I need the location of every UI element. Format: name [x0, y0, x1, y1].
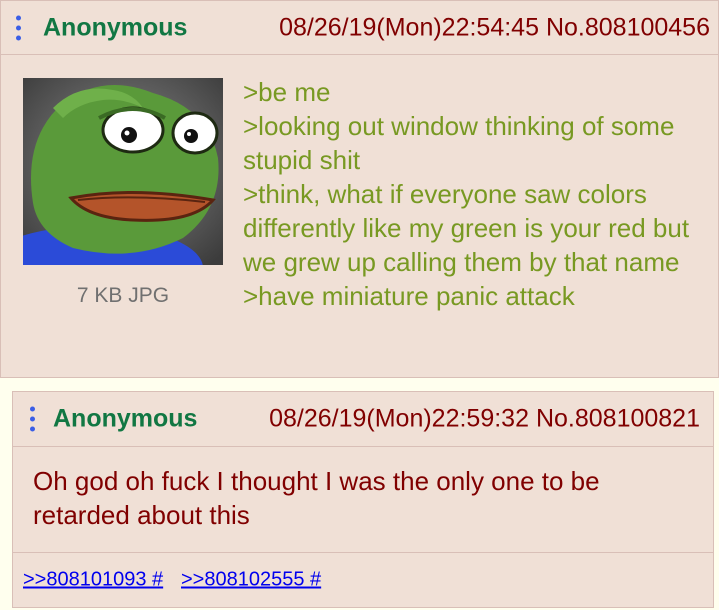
backlink[interactable]: >>808101093 # [23, 569, 163, 592]
reply-post-message: Oh god oh fuck I thought I was the only … [33, 466, 600, 530]
pepe-frog-image[interactable] [23, 78, 223, 265]
greentext-line: >think, what if everyone saw colors diff… [243, 179, 690, 277]
post-menu-icon[interactable] [29, 406, 35, 432]
post-meta: 08/26/19(Mon)22:59:32 No.808100821 [269, 405, 700, 434]
post-datetime: 08/26/19(Mon)22:59:32 [269, 404, 529, 433]
poster-name: Anonymous [43, 13, 188, 41]
op-post: Anonymous 08/26/19(Mon)22:54:45 No.80810… [0, 0, 719, 378]
greentext-line: >looking out window thinking of some stu… [243, 111, 675, 175]
backlinks: >>808101093 # >>808102555 # [13, 552, 713, 607]
post-number[interactable]: No.808100456 [546, 13, 710, 41]
reply-post-header: Anonymous 08/26/19(Mon)22:59:32 No.80810… [13, 392, 713, 447]
post-datetime: 08/26/19(Mon)22:54:45 [279, 13, 539, 41]
op-post-header: Anonymous 08/26/19(Mon)22:54:45 No.80810… [1, 1, 718, 55]
poster-name: Anonymous [53, 404, 198, 433]
op-post-message: >be me >looking out window thinking of s… [243, 75, 713, 313]
greentext-line: >have miniature panic attack [243, 281, 575, 311]
post-menu-icon[interactable] [15, 15, 21, 40]
file-info: 7 KB JPG [76, 284, 170, 307]
greentext-line: >be me [243, 77, 331, 107]
reply-post: Anonymous 08/26/19(Mon)22:59:32 No.80810… [12, 391, 714, 608]
post-number[interactable]: No.808100821 [536, 405, 700, 433]
backlink[interactable]: >>808102555 # [181, 569, 321, 592]
post-meta: 08/26/19(Mon)22:54:45 No.808100456 [279, 13, 710, 42]
